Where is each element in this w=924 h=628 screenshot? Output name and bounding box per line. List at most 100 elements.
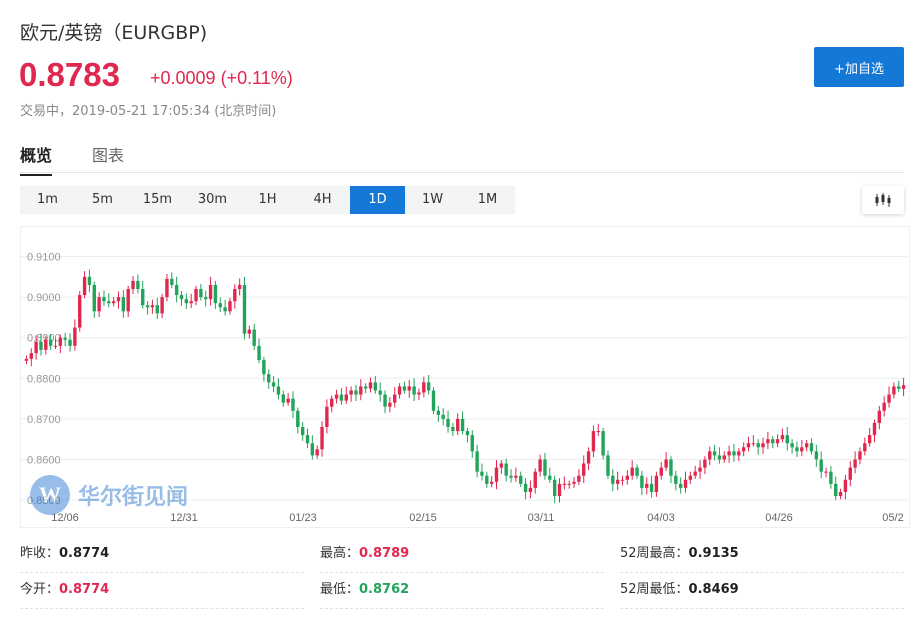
x-tick-label: 03/11 xyxy=(528,512,555,524)
candle-body xyxy=(465,431,470,436)
candle-body xyxy=(824,471,828,473)
candle-body xyxy=(659,467,663,476)
candle-body xyxy=(441,414,445,419)
y-tick-label: 0.8700 xyxy=(27,414,61,426)
candle-body xyxy=(737,451,741,456)
candle-body xyxy=(223,307,227,312)
candle-body xyxy=(53,345,58,347)
candle-body xyxy=(87,276,92,285)
candle-body xyxy=(170,278,174,285)
add-to-watchlist-button[interactable]: +加自选 xyxy=(814,47,904,87)
candle-body xyxy=(281,394,285,403)
candle-body xyxy=(102,297,106,302)
candle-body xyxy=(150,305,155,308)
period-1d[interactable]: 1D xyxy=(350,186,405,214)
y-tick-label: 0.8800 xyxy=(27,373,61,385)
candlestick-icon xyxy=(875,193,891,207)
candle-body xyxy=(809,443,814,452)
stat-52w-high: 52周最高：0.9135 xyxy=(620,536,904,573)
period-15m[interactable]: 15m xyxy=(130,186,185,214)
candle-body xyxy=(591,431,596,452)
candle-body xyxy=(237,284,242,290)
candle-body xyxy=(741,447,746,452)
period-5m[interactable]: 5m xyxy=(75,186,130,214)
current-price: 0.8783 xyxy=(19,56,120,93)
candle-body xyxy=(562,483,567,485)
stat-low: 最低：0.8762 xyxy=(320,572,604,609)
candle-body xyxy=(388,402,392,407)
stat-value: 0.8774 xyxy=(59,582,110,597)
candle-body xyxy=(24,358,29,361)
candle-body xyxy=(509,475,513,478)
candle-body xyxy=(853,459,857,468)
period-1m[interactable]: 1m xyxy=(20,186,75,214)
candle-body xyxy=(426,382,431,391)
stat-open: 今开：0.8774 xyxy=(20,572,304,609)
candle-body xyxy=(674,475,678,484)
candle-body xyxy=(887,394,891,403)
candle-body xyxy=(746,443,751,448)
candle-body xyxy=(354,390,358,395)
candle-body xyxy=(470,435,474,452)
candle-body xyxy=(339,394,344,401)
candle-body xyxy=(901,385,906,389)
stat-value: 0.8762 xyxy=(359,582,410,597)
candle-body xyxy=(126,289,130,312)
quote-timestamp: 2019-05-21 17:05:34 (北京时间) xyxy=(72,104,277,119)
stat-label: 52周最低： xyxy=(620,582,689,597)
period-30m[interactable]: 30m xyxy=(185,186,240,214)
candle-body xyxy=(834,483,838,497)
candle-body xyxy=(199,289,203,298)
y-tick-label: 0.9000 xyxy=(27,292,61,304)
candle-body xyxy=(305,435,310,444)
candle-body xyxy=(557,483,562,497)
candle-body xyxy=(804,443,809,448)
stat-value: 0.8789 xyxy=(359,546,410,561)
candle-body xyxy=(29,353,33,359)
candle-body xyxy=(897,386,901,389)
candle-body xyxy=(276,386,281,395)
candle-body xyxy=(131,280,135,290)
stat-label: 52周最高： xyxy=(620,546,689,561)
tab-overview[interactable]: 概览 xyxy=(20,142,53,176)
candle-body xyxy=(68,339,72,346)
candle-body xyxy=(378,390,382,395)
candle-body xyxy=(678,483,683,488)
period-4h[interactable]: 4H xyxy=(295,186,350,214)
candle-body xyxy=(882,402,886,411)
candle-body xyxy=(320,427,324,450)
period-1mo[interactable]: 1M xyxy=(460,186,515,214)
candle-body xyxy=(489,481,494,484)
candle-body xyxy=(528,487,533,492)
candle-body xyxy=(601,431,605,456)
candle-body xyxy=(620,479,625,481)
watermark-text: 华尔街见闻 xyxy=(78,484,189,510)
candle-body xyxy=(262,360,266,375)
candle-body xyxy=(572,481,576,484)
candle-body xyxy=(829,471,833,484)
tab-chart[interactable]: 图表 xyxy=(92,142,124,174)
candle-body xyxy=(877,410,882,423)
candle-body xyxy=(111,301,116,304)
candle-body xyxy=(233,289,237,302)
candle-body xyxy=(843,479,848,492)
period-1h[interactable]: 1H xyxy=(240,186,295,214)
candle-body xyxy=(775,439,780,444)
period-1w[interactable]: 1W xyxy=(405,186,460,214)
x-tick-label: 05/2 xyxy=(882,512,903,524)
candle-body xyxy=(858,451,862,460)
chart-type-button[interactable] xyxy=(862,186,904,214)
candle-body xyxy=(780,435,785,440)
candle-body xyxy=(194,289,198,302)
candle-body xyxy=(640,475,644,488)
candle-body xyxy=(848,467,852,480)
candle-body xyxy=(712,451,717,456)
watermark: W 华尔街见闻 xyxy=(30,475,188,515)
candle-body xyxy=(155,305,159,314)
candle-body xyxy=(819,459,823,472)
trading-status: 交易中，2019-05-21 17:05:34 (北京时间) xyxy=(20,100,276,119)
candle-body xyxy=(359,386,363,395)
x-tick-label: 04/26 xyxy=(765,512,793,524)
x-tick-label: 02/15 xyxy=(409,512,437,524)
candle-body xyxy=(654,475,659,492)
